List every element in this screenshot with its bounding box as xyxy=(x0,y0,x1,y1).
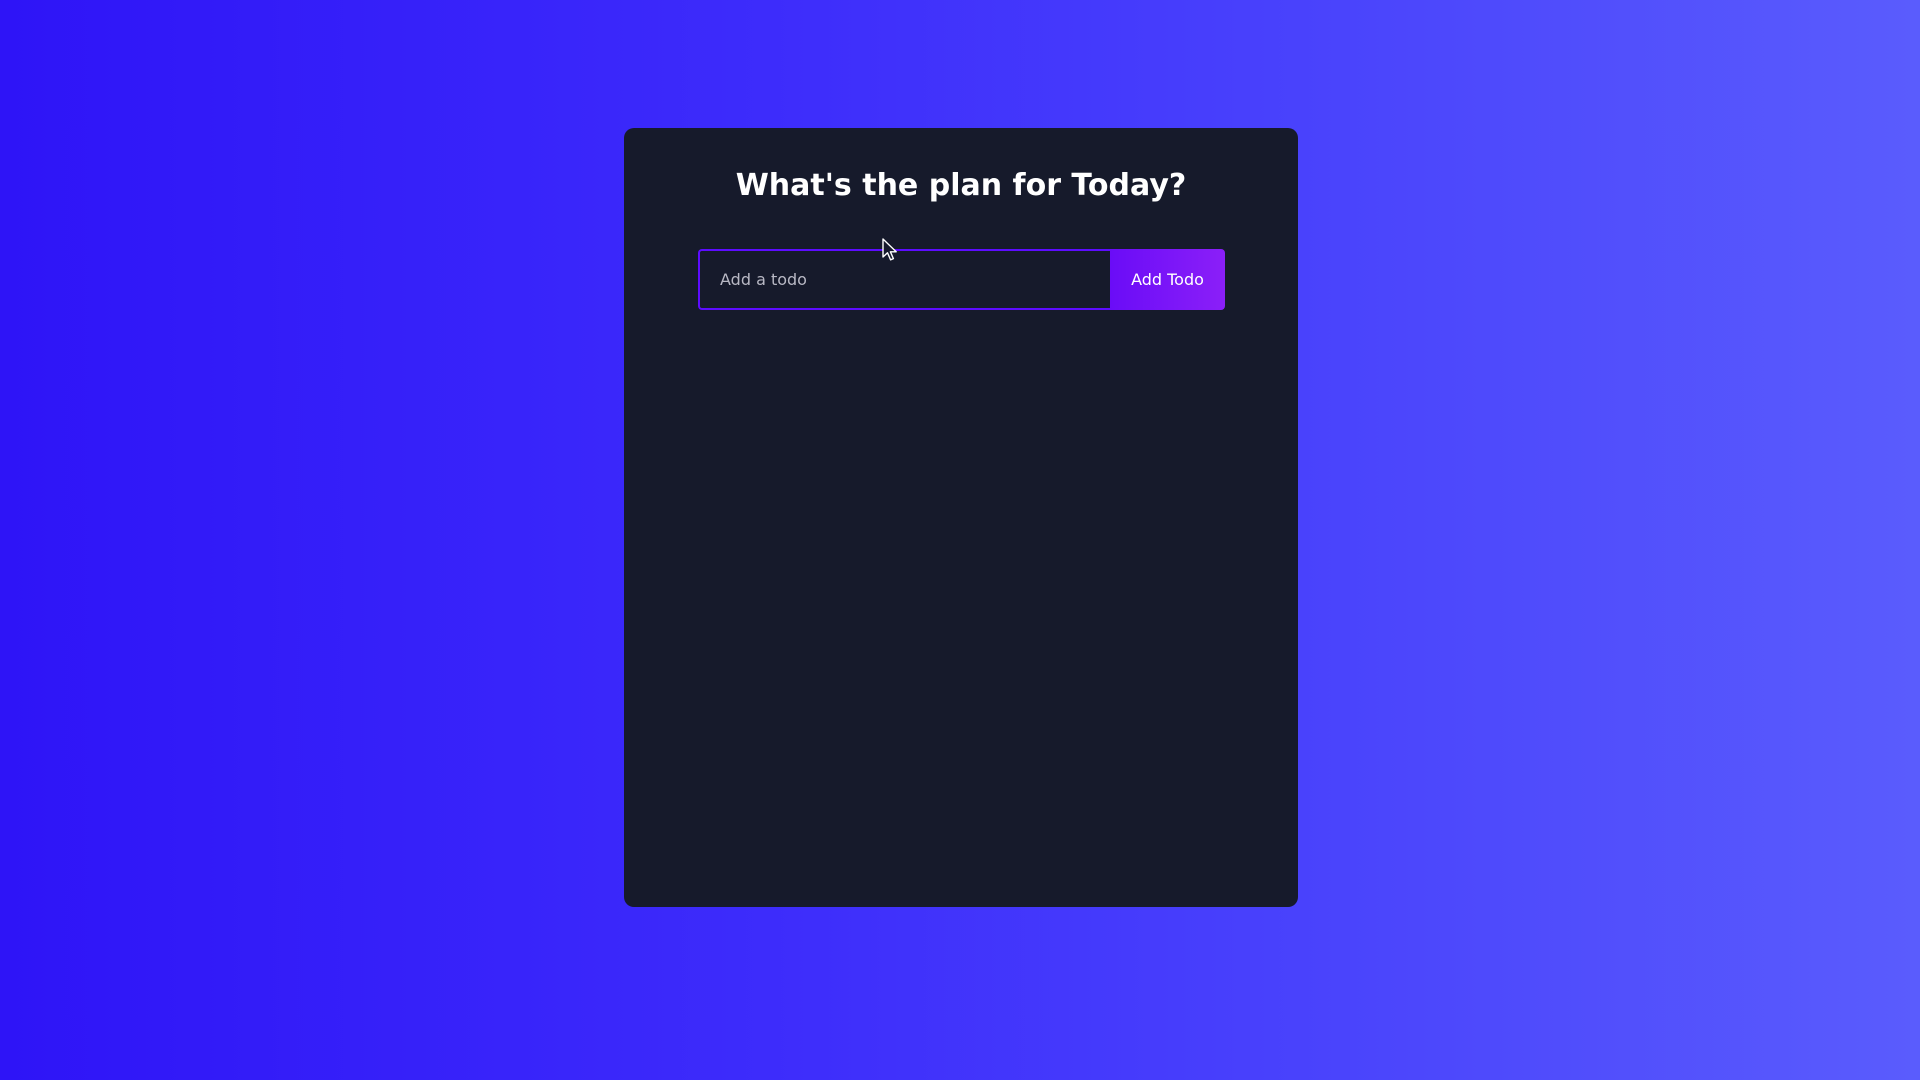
add-todo-button[interactable]: Add Todo xyxy=(1110,249,1225,310)
todo-form: Add Todo xyxy=(698,249,1225,310)
todo-app-card: What's the plan for Today? Add Todo xyxy=(624,128,1298,907)
page-title: What's the plan for Today? xyxy=(735,168,1187,203)
todo-input[interactable] xyxy=(698,249,1110,310)
